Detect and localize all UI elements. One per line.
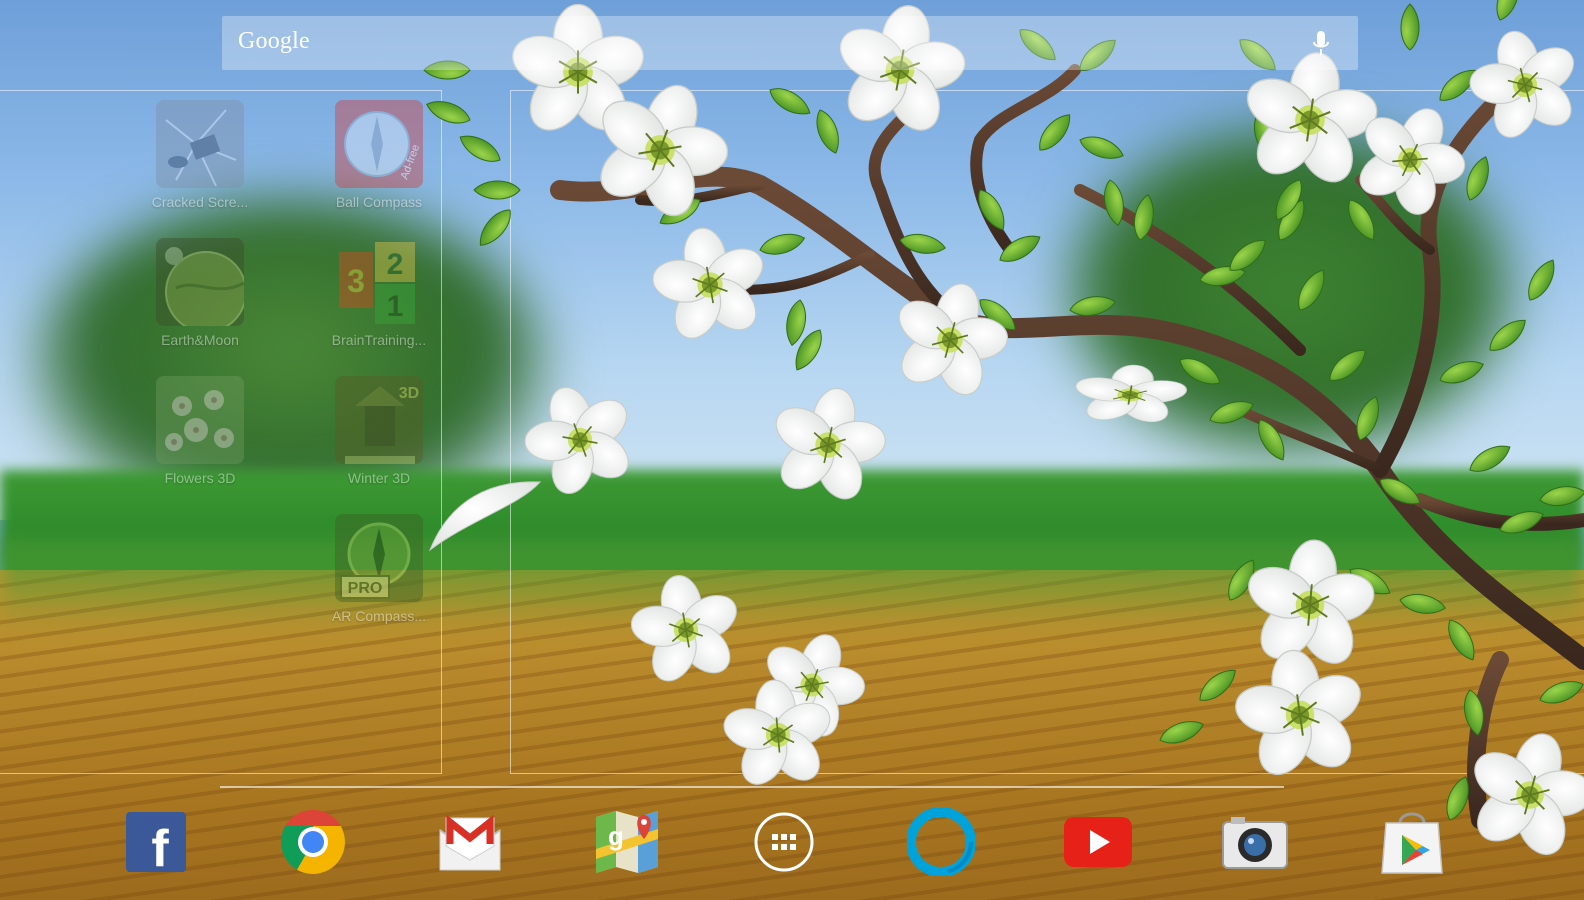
app-label: Flowers 3D [164,470,236,486]
dock-divider [220,786,1284,788]
winter-3d-icon: 3D [335,376,423,464]
app-cracked-screen[interactable]: Cracked Scre... [125,100,275,210]
ball-compass-icon: Ad-free [335,100,423,188]
app-label: Earth&Moon [161,332,239,348]
workspace-panel-right[interactable] [510,90,1584,774]
dock-all-apps[interactable] [748,806,820,878]
app-earth-moon[interactable]: Earth&Moon [125,238,275,348]
ar-compass-icon: PRO [335,514,423,602]
all-apps-icon [754,812,814,872]
brain-training-icon: 3 2 1 [335,238,423,326]
winter-3d-badge: 3D [399,385,419,402]
app-flowers-3d[interactable]: Flowers 3D [125,376,275,486]
brain-digit-3: 3 [347,263,365,299]
app-label: Ball Compass [335,194,423,210]
app-winter-3d[interactable]: 3D Winter 3D [304,376,454,486]
youtube-icon [1064,817,1132,867]
dock-camera[interactable] [1219,806,1291,878]
app-brain-training[interactable]: 3 2 1 BrainTraining... [304,238,454,348]
brain-digit-1: 1 [387,290,404,323]
brain-digit-2: 2 [387,248,404,281]
svg-text:g: g [608,821,624,851]
camera-icon [1222,817,1288,869]
google-plus-photos-icon [907,808,975,876]
dock-gmail[interactable] [434,806,506,878]
dock-chrome[interactable] [277,806,349,878]
dock-play-store[interactable] [1376,806,1448,878]
microphone-icon[interactable] [1312,31,1330,57]
play-store-icon [1381,812,1443,874]
svg-text:f: f [151,820,169,874]
google-search-bar[interactable]: Google [222,16,1358,70]
app-ar-compass[interactable]: PRO AR Compass... [304,514,454,624]
gmail-icon [439,814,501,871]
earth-moon-icon [156,238,244,326]
ar-compass-badge: PRO [348,580,383,597]
dock-youtube[interactable] [1062,806,1134,878]
facebook-icon: f [126,812,186,874]
app-label: BrainTraining... [331,332,427,348]
dock-photos[interactable] [905,806,977,878]
cracked-screen-icon [156,100,244,188]
dock-maps[interactable]: g [591,806,663,878]
app-label: Cracked Scre... [151,194,249,210]
chrome-icon [281,810,345,874]
app-ball-compass[interactable]: Ad-free Ball Compass [304,100,454,210]
google-search-label: Google [238,28,310,54]
maps-icon: g [596,811,658,873]
app-label: Winter 3D [347,470,411,486]
app-label: AR Compass... [331,608,427,624]
dock-facebook[interactable]: f [120,806,192,878]
flowers-3d-icon [156,376,244,464]
